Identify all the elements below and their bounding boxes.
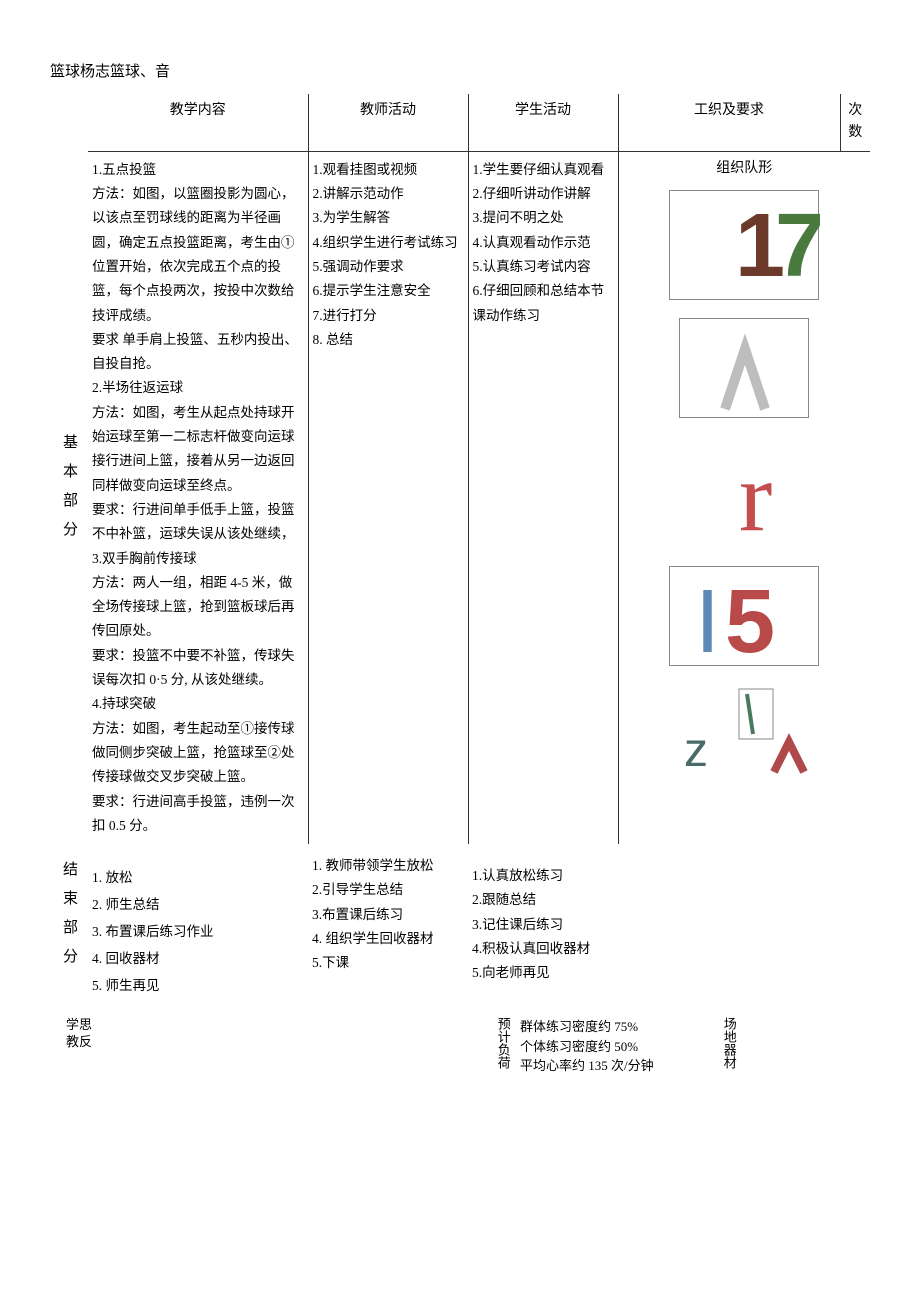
basic-teacher: 1.观看挂图或视频 2.讲解示范动作 3.为学生解答 4.组织学生进行考试练习 … [308, 151, 468, 844]
svg-text:z: z [684, 724, 708, 774]
end-section-label: 结束部分 [50, 844, 88, 1005]
svg-text:I: I [695, 572, 720, 667]
basic-org: 组织队形 1 7 r [618, 151, 870, 844]
end-content: 1. 放松 2. 师生总结 3. 布置课后练习作业 4. 回收器材 5. 师生再… [88, 844, 308, 1005]
footer-reflection-label: 学思 教反 [50, 1013, 100, 1080]
header-content: 教学内容 [88, 94, 308, 151]
diagram-1: 1 7 [669, 190, 819, 300]
diagram-5: z [669, 684, 819, 774]
svg-text:7: 7 [775, 196, 820, 296]
basic-content: 1.五点投篮 方法：如图，以篮圈投影为圆心，以该点至罚球线的距离为半径画圆，确定… [88, 151, 308, 844]
header-org: 工织及要求 [618, 94, 840, 151]
lesson-plan-table: 教学内容 教师活动 学生活动 工织及要求 次数 基本部分 1.五点投篮 方法：如… [50, 94, 870, 1005]
header-student: 学生活动 [468, 94, 618, 151]
basic-student: 1.学生要仔细认真观看 2.仔细听讲动作讲解 3.提问不明之处 4.认真观看动作… [468, 151, 618, 844]
end-student: 1.认真放松练习 2.跟随总结 3.记住课后练习 4.积极认真回收器材 5.向老… [468, 844, 618, 1005]
diagram-3: r [679, 442, 809, 552]
svg-text:5: 5 [725, 572, 775, 667]
page-title: 篮球杨志篮球、音 [50, 60, 870, 84]
diagram-2 [679, 318, 809, 418]
footer-table: 学思 教反 预计负荷 群体练习密度约 75% 个体练习密度约 50% 平均心率约… [50, 1013, 870, 1080]
header-count: 次数 [840, 94, 870, 151]
header-teacher: 教师活动 [308, 94, 468, 151]
footer-load-content: 群体练习密度约 75% 个体练习密度约 50% 平均心率约 135 次/分钟 [516, 1013, 716, 1080]
basic-section-label: 基本部分 [50, 151, 88, 844]
footer-equipment-label: 场地器材 [716, 1013, 742, 1080]
org-formation-label: 组织队形 [623, 158, 867, 180]
footer-load-label: 预计负荷 [490, 1013, 516, 1080]
end-teacher: 1. 教师带领学生放松 2.引导学生总结 3.布置课后练习 4. 组织学生回收器… [308, 844, 468, 1005]
diagram-4: I 5 [669, 566, 819, 666]
svg-text:r: r [739, 442, 772, 552]
